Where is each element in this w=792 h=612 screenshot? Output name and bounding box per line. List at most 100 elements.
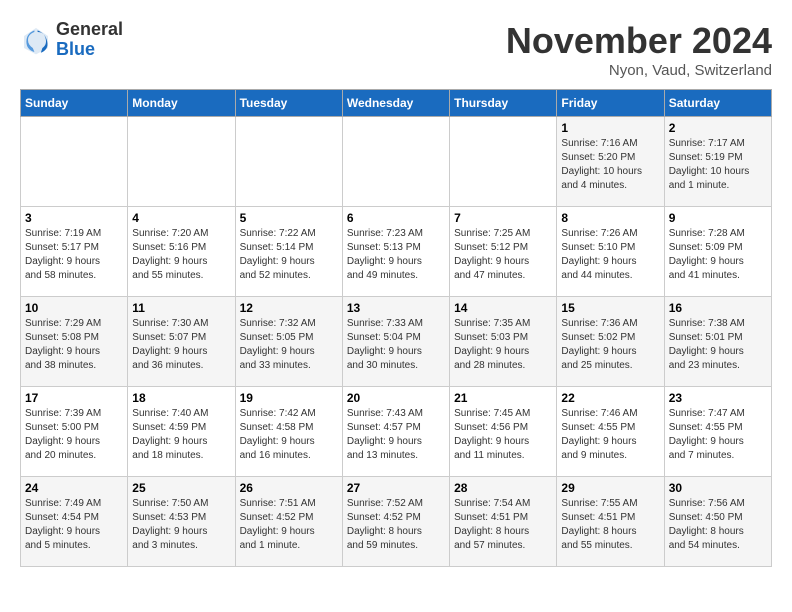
day-info: Sunrise: 7:22 AM Sunset: 5:14 PM Dayligh… [240,227,338,283]
day-info: Sunrise: 7:52 AM Sunset: 4:52 PM Dayligh… [347,497,445,553]
calendar-cell: 8 Sunrise: 7:26 AM Sunset: 5:10 PM Daylig… [557,207,664,297]
day-number: 14 [454,301,552,315]
calendar-body: 1 Sunrise: 7:16 AM Sunset: 5:20 PM Daylig… [21,117,772,567]
day-info: Sunrise: 7:40 AM Sunset: 4:59 PM Dayligh… [132,407,230,463]
day-info: Sunrise: 7:16 AM Sunset: 5:20 PM Dayligh… [561,137,659,193]
day-of-week-header: Thursday [450,90,557,117]
day-number: 19 [240,391,338,405]
day-info: Sunrise: 7:20 AM Sunset: 5:16 PM Dayligh… [132,227,230,283]
day-info: Sunrise: 7:56 AM Sunset: 4:50 PM Dayligh… [669,497,767,553]
day-info: Sunrise: 7:43 AM Sunset: 4:57 PM Dayligh… [347,407,445,463]
day-number: 4 [132,211,230,225]
day-number: 18 [132,391,230,405]
calendar-cell [21,117,128,207]
logo-icon [20,24,52,56]
day-info: Sunrise: 7:55 AM Sunset: 4:51 PM Dayligh… [561,497,659,553]
page-header: General Blue November 2024 Nyon, Vaud, S… [20,20,772,79]
calendar-cell: 21 Sunrise: 7:45 AM Sunset: 4:56 PM Dayli… [450,387,557,477]
calendar-cell: 12Sunrise: 7:32 AM Sunset: 5:05 PM Dayli… [235,297,342,387]
day-info: Sunrise: 7:19 AM Sunset: 5:17 PM Dayligh… [25,227,123,283]
day-number: 10 [25,301,123,315]
calendar-cell: 20 Sunrise: 7:43 AM Sunset: 4:57 PM Dayli… [342,387,449,477]
day-number: 15 [561,301,659,315]
day-number: 26 [240,481,338,495]
calendar-cell: 10Sunrise: 7:29 AM Sunset: 5:08 PM Dayli… [21,297,128,387]
day-info: Sunrise: 7:49 AM Sunset: 4:54 PM Dayligh… [25,497,123,553]
day-of-week-header: Tuesday [235,90,342,117]
day-number: 27 [347,481,445,495]
day-number: 17 [25,391,123,405]
day-info: Sunrise: 7:35 AM Sunset: 5:03 PM Dayligh… [454,317,552,373]
logo-text: General Blue [56,20,123,60]
day-number: 16 [669,301,767,315]
day-info: Sunrise: 7:42 AM Sunset: 4:58 PM Dayligh… [240,407,338,463]
day-info: Sunrise: 7:50 AM Sunset: 4:53 PM Dayligh… [132,497,230,553]
day-number: 21 [454,391,552,405]
day-number: 6 [347,211,445,225]
calendar-cell: 23Sunrise: 7:47 AM Sunset: 4:55 PM Dayli… [664,387,771,477]
calendar-cell: 30 Sunrise: 7:56 AM Sunset: 4:50 PM Dayli… [664,477,771,567]
day-number: 30 [669,481,767,495]
day-info: Sunrise: 7:36 AM Sunset: 5:02 PM Dayligh… [561,317,659,373]
day-number: 7 [454,211,552,225]
location: Nyon, Vaud, Switzerland [506,62,772,79]
day-info: Sunrise: 7:33 AM Sunset: 5:04 PM Dayligh… [347,317,445,373]
day-info: Sunrise: 7:32 AM Sunset: 5:05 PM Dayligh… [240,317,338,373]
calendar-cell: 11Sunrise: 7:30 AM Sunset: 5:07 PM Dayli… [128,297,235,387]
logo-blue: Blue [56,39,95,59]
calendar-cell [450,117,557,207]
day-info: Sunrise: 7:30 AM Sunset: 5:07 PM Dayligh… [132,317,230,373]
calendar-table: SundayMondayTuesdayWednesdayThursdayFrid… [20,89,772,567]
calendar-cell: 18 Sunrise: 7:40 AM Sunset: 4:59 PM Dayli… [128,387,235,477]
calendar-cell: 27 Sunrise: 7:52 AM Sunset: 4:52 PM Dayli… [342,477,449,567]
day-info: Sunrise: 7:28 AM Sunset: 5:09 PM Dayligh… [669,227,767,283]
day-info: Sunrise: 7:51 AM Sunset: 4:52 PM Dayligh… [240,497,338,553]
day-info: Sunrise: 7:54 AM Sunset: 4:51 PM Dayligh… [454,497,552,553]
day-number: 23 [669,391,767,405]
calendar-cell: 3Sunrise: 7:19 AM Sunset: 5:17 PM Daylig… [21,207,128,297]
day-info: Sunrise: 7:26 AM Sunset: 5:10 PM Dayligh… [561,227,659,283]
calendar-cell: 17Sunrise: 7:39 AM Sunset: 5:00 PM Dayli… [21,387,128,477]
logo: General Blue [20,20,123,60]
day-number: 1 [561,121,659,135]
calendar-cell [235,117,342,207]
day-number: 28 [454,481,552,495]
calendar-header: SundayMondayTuesdayWednesdayThursdayFrid… [21,90,772,117]
calendar-cell: 25 Sunrise: 7:50 AM Sunset: 4:53 PM Dayli… [128,477,235,567]
day-of-week-header: Saturday [664,90,771,117]
calendar-cell: 2Sunrise: 7:17 AM Sunset: 5:19 PM Daylig… [664,117,771,207]
day-number: 20 [347,391,445,405]
month-title: November 2024 [506,20,772,62]
day-info: Sunrise: 7:25 AM Sunset: 5:12 PM Dayligh… [454,227,552,283]
calendar-week-row: 1 Sunrise: 7:16 AM Sunset: 5:20 PM Daylig… [21,117,772,207]
calendar-cell: 4 Sunrise: 7:20 AM Sunset: 5:16 PM Daylig… [128,207,235,297]
calendar-cell: 15 Sunrise: 7:36 AM Sunset: 5:02 PM Dayli… [557,297,664,387]
title-block: November 2024 Nyon, Vaud, Switzerland [506,20,772,79]
day-number: 24 [25,481,123,495]
day-info: Sunrise: 7:45 AM Sunset: 4:56 PM Dayligh… [454,407,552,463]
calendar-cell: 6 Sunrise: 7:23 AM Sunset: 5:13 PM Daylig… [342,207,449,297]
day-number: 13 [347,301,445,315]
day-number: 22 [561,391,659,405]
day-number: 25 [132,481,230,495]
calendar-cell: 13 Sunrise: 7:33 AM Sunset: 5:04 PM Dayli… [342,297,449,387]
calendar-week-row: 10Sunrise: 7:29 AM Sunset: 5:08 PM Dayli… [21,297,772,387]
calendar-cell: 19 Sunrise: 7:42 AM Sunset: 4:58 PM Dayli… [235,387,342,477]
day-number: 8 [561,211,659,225]
day-info: Sunrise: 7:38 AM Sunset: 5:01 PM Dayligh… [669,317,767,373]
logo-general: General [56,19,123,39]
day-of-week-header: Sunday [21,90,128,117]
calendar-cell: 1 Sunrise: 7:16 AM Sunset: 5:20 PM Daylig… [557,117,664,207]
day-info: Sunrise: 7:23 AM Sunset: 5:13 PM Dayligh… [347,227,445,283]
day-number: 29 [561,481,659,495]
calendar-cell: 14 Sunrise: 7:35 AM Sunset: 5:03 PM Dayli… [450,297,557,387]
day-of-week-header: Monday [128,90,235,117]
calendar-cell: 26 Sunrise: 7:51 AM Sunset: 4:52 PM Dayli… [235,477,342,567]
calendar-week-row: 24 Sunrise: 7:49 AM Sunset: 4:54 PM Dayli… [21,477,772,567]
calendar-week-row: 17Sunrise: 7:39 AM Sunset: 5:00 PM Dayli… [21,387,772,477]
day-of-week-header: Friday [557,90,664,117]
day-number: 2 [669,121,767,135]
calendar-cell: 9Sunrise: 7:28 AM Sunset: 5:09 PM Daylig… [664,207,771,297]
header-row: SundayMondayTuesdayWednesdayThursdayFrid… [21,90,772,117]
calendar-cell: 29 Sunrise: 7:55 AM Sunset: 4:51 PM Dayli… [557,477,664,567]
